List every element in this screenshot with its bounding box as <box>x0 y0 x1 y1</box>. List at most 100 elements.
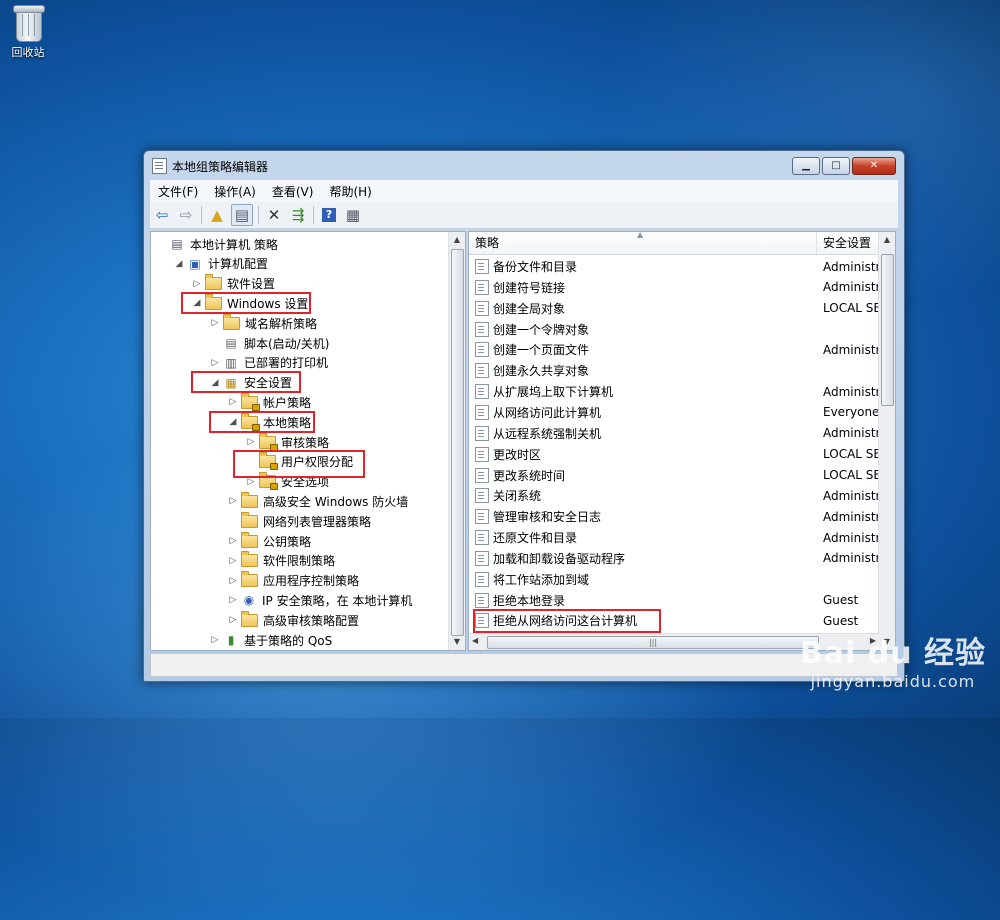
show-hide-tree-icon[interactable]: ▤ <box>231 204 253 226</box>
highlight-user-rights-assignment <box>233 450 365 478</box>
locked-folder-icon <box>259 432 278 451</box>
policy-name: 将工作站添加到域 <box>493 572 590 587</box>
close-button[interactable]: ✕ <box>852 157 896 175</box>
policy-name: 拒绝本地登录 <box>493 593 566 608</box>
column-header-security-setting[interactable]: 安全设置 <box>817 232 879 254</box>
collapsed-arrow-icon[interactable]: ▷ <box>209 358 221 368</box>
expanded-arrow-icon[interactable]: ◢ <box>173 259 185 269</box>
export-list-icon[interactable]: ⇶ <box>288 205 308 225</box>
navigation-tree: ▤ 本地计算机 策略 ◢ ▣ 计算机配置 ▷ 软件设置 ◢ Windows 设置 ▷ 域名解析策略 ▤… <box>150 231 466 651</box>
highlight-security-settings <box>191 371 301 393</box>
list-vertical-scrollbar[interactable]: ▲ ▼ <box>878 232 895 650</box>
policy-icon <box>475 530 489 546</box>
tree-item[interactable]: ▷ 帐户策略 <box>227 392 311 412</box>
policy-list: 策略 ▲ 安全设置 备份文件和目录 Administrat 创建符号链接 Admini… <box>468 231 896 651</box>
help-icon[interactable]: ? <box>319 205 339 225</box>
policy-row[interactable]: 从扩展坞上取下计算机 Administrat <box>469 381 881 402</box>
tree-item[interactable]: ▷ 公钥策略 <box>227 531 311 551</box>
forward-arrow-icon[interactable]: ⇨ <box>176 205 196 225</box>
highlight-deny-network-access <box>473 609 661 633</box>
list-scroll-thumb[interactable] <box>881 254 894 406</box>
policy-row[interactable]: 从远程系统强制关机 Administrat <box>469 423 881 444</box>
policy-security-setting: Guest <box>823 613 859 628</box>
collapsed-arrow-icon[interactable]: ▷ <box>227 536 239 546</box>
policy-row[interactable]: 创建全局对象 LOCAL SER <box>469 298 881 319</box>
menu-file[interactable]: 文件(F) <box>150 183 206 200</box>
tree-vertical-scrollbar[interactable]: ▲ ▼ <box>448 232 465 650</box>
policy-row[interactable]: 将工作站添加到域 <box>469 569 881 590</box>
folder-icon <box>223 313 240 330</box>
properties-icon[interactable]: ▦ <box>343 205 363 225</box>
policy-row[interactable]: 备份文件和目录 Administrat <box>469 256 881 277</box>
collapsed-arrow-icon[interactable]: ▷ <box>191 279 203 289</box>
tree-item[interactable]: ▷ 高级安全 Windows 防火墙 <box>227 491 408 511</box>
watermark-url: jingyan.baidu.com <box>810 672 976 691</box>
scroll-down-icon[interactable]: ▼ <box>449 634 465 650</box>
delete-icon[interactable]: ✕ <box>264 205 284 225</box>
tree-item-label: 基于策略的 QoS <box>244 633 333 648</box>
collapsed-arrow-icon[interactable]: ▷ <box>227 576 239 586</box>
policy-row[interactable]: 还原文件和目录 Administrat <box>469 527 881 548</box>
up-folder-icon[interactable]: ▲ <box>207 205 227 225</box>
policy-name: 加载和卸载设备驱动程序 <box>493 551 626 566</box>
minimize-button[interactable]: ▁ <box>792 157 820 175</box>
policy-row[interactable]: 拒绝本地登录 Guest <box>469 590 881 611</box>
scroll-up-icon[interactable]: ▲ <box>449 232 465 248</box>
collapsed-arrow-icon[interactable]: ▷ <box>245 437 257 447</box>
policy-icon <box>475 488 489 504</box>
column-header-policy[interactable]: 策略 ▲ <box>469 232 817 254</box>
policy-row[interactable]: 创建一个令牌对象 <box>469 319 881 340</box>
tree-item[interactable]: ▷ ▥ 已部署的打印机 <box>209 353 328 373</box>
policy-name: 创建永久共享对象 <box>493 364 590 379</box>
tree-item[interactable]: 网络列表管理器策略 <box>227 511 371 531</box>
scroll-up-icon[interactable]: ▲ <box>879 232 895 248</box>
policy-row[interactable]: 创建一个页面文件 Administrat <box>469 339 881 360</box>
tree-item[interactable]: ▷ 域名解析策略 <box>209 313 317 333</box>
policy-name: 从扩展坞上取下计算机 <box>493 385 614 400</box>
collapsed-arrow-icon[interactable]: ▷ <box>227 397 239 407</box>
tree-item[interactable]: ▷ 应用程序控制策略 <box>227 571 359 591</box>
policy-row[interactable]: 管理审核和安全日志 Administrat <box>469 506 881 527</box>
collapsed-arrow-icon[interactable]: ▷ <box>227 496 239 506</box>
title-bar[interactable]: 本地组策略编辑器 ▁ □ ✕ <box>144 151 904 179</box>
tree-item[interactable]: ▤ 本地计算机 策略 <box>155 234 278 254</box>
policy-icon <box>475 592 489 608</box>
policy-row[interactable]: 创建符号链接 Administrat <box>469 277 881 298</box>
collapsed-arrow-icon[interactable]: ▷ <box>209 635 221 645</box>
collapsed-arrow-icon[interactable]: ▷ <box>227 615 239 625</box>
tree-item[interactable]: ▷ ▮ 基于策略的 QoS <box>209 630 333 650</box>
tree-item[interactable]: ▷ 高级审核策略配置 <box>227 610 359 630</box>
list-hscroll-thumb[interactable]: ||| <box>487 636 819 649</box>
collapsed-arrow-icon[interactable]: ▷ <box>227 595 239 605</box>
menu-action[interactable]: 操作(A) <box>206 183 264 200</box>
policy-security-setting: Everyone, <box>823 405 881 420</box>
tree-scroll-thumb[interactable] <box>451 249 464 636</box>
collapsed-arrow-icon[interactable]: ▷ <box>209 318 221 328</box>
policy-name: 还原文件和目录 <box>493 531 578 546</box>
collapsed-arrow-icon[interactable]: ▷ <box>227 556 239 566</box>
qos-chart-icon: ▮ <box>227 633 235 647</box>
policy-row[interactable]: 加载和卸载设备驱动程序 Administrat <box>469 548 881 569</box>
menu-help[interactable]: 帮助(H) <box>321 183 379 200</box>
watermark-logo: Bai du 经验 <box>799 636 986 671</box>
policy-row[interactable]: 更改系统时间 LOCAL SER <box>469 465 881 486</box>
policy-security-setting: Administrat <box>823 530 881 545</box>
folder-icon <box>241 551 258 568</box>
back-arrow-icon[interactable]: ⇦ <box>152 205 172 225</box>
collapsed-arrow-icon[interactable]: ▷ <box>245 477 257 487</box>
recycle-bin-shortcut[interactable]: 回收站 <box>4 2 52 60</box>
tree-item[interactable]: ▷ ◉ IP 安全策略，在 本地计算机 <box>227 590 413 610</box>
tree-item[interactable]: ▤ 脚本(启动/关机) <box>209 333 329 353</box>
policy-row[interactable]: 创建永久共享对象 <box>469 360 881 381</box>
folder-icon <box>241 571 258 588</box>
policy-row[interactable]: 从网络访问此计算机 Everyone, <box>469 402 881 423</box>
tree-item[interactable]: ◢ ▣ 计算机配置 <box>173 254 268 274</box>
tree-item[interactable]: ▷ 软件限制策略 <box>227 551 335 571</box>
menu-view[interactable]: 查看(V) <box>264 183 322 200</box>
app-icon <box>152 158 167 174</box>
tree-item[interactable]: ▷ 软件设置 <box>191 274 275 294</box>
maximize-button[interactable]: □ <box>822 157 850 175</box>
policy-row[interactable]: 关闭系统 Administrat <box>469 485 881 506</box>
policy-row[interactable]: 更改时区 LOCAL SER <box>469 444 881 465</box>
tree-item[interactable]: ▷ 审核策略 <box>245 432 329 452</box>
